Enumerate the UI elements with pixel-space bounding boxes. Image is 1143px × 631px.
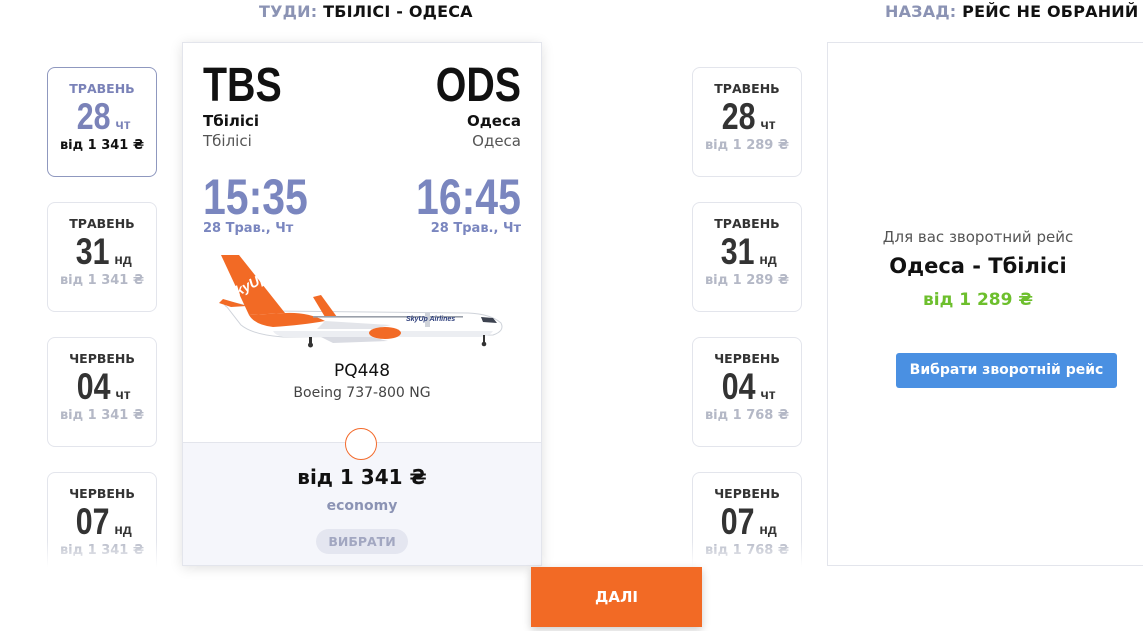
date-day: 31 — [75, 231, 110, 272]
return-date-card[interactable]: ТРАВЕНЬ 31 нд від 1 289 ₴ — [692, 202, 802, 312]
outbound-header-route: ТБІЛІСІ - ОДЕСА — [323, 2, 473, 21]
date-month: ТРАВЕНЬ — [69, 81, 135, 96]
plane-engine — [369, 327, 401, 339]
origin-city-sub: Тбілісі — [203, 132, 252, 150]
date-weekday: нд — [759, 521, 777, 537]
choose-return-flight-button[interactable]: Вибрати зворотній рейс — [896, 353, 1117, 388]
plane-wheel-nose — [481, 341, 487, 347]
date-month: ТРАВЕНЬ — [69, 216, 135, 231]
date-weekday: нд — [114, 521, 132, 537]
date-month: ЧЕРВЕНЬ — [714, 351, 780, 366]
return-date-card[interactable]: ЧЕРВЕНЬ 07 нд від 1 768 ₴ — [692, 472, 802, 567]
date-day: 07 — [75, 501, 110, 542]
date-weekday: чт — [760, 116, 776, 132]
date-month: ЧЕРВЕНЬ — [69, 351, 135, 366]
destination-city-sub: Одеса — [472, 132, 521, 150]
date-month: ТРАВЕНЬ — [714, 216, 780, 231]
date-price: від 1 289 ₴ — [704, 138, 790, 153]
date-day: 28 — [77, 96, 111, 137]
return-header-key: НАЗАД: — [885, 2, 957, 21]
origin-code: TBS — [203, 59, 282, 112]
fare-class: economy — [326, 498, 398, 514]
flight-number: PQ448 — [333, 361, 391, 381]
date-day: 04 — [77, 366, 111, 407]
return-date-list[interactable]: ТРАВЕНЬ 28 чт від 1 289 ₴ ТРАВЕНЬ 31 нд ві… — [692, 67, 802, 567]
date-month: ЧЕРВЕНЬ — [714, 486, 780, 501]
outbound-date-card[interactable]: ТРАВЕНЬ 28 чт від 1 341 ₴ — [47, 67, 157, 177]
date-price: від 1 768 ₴ — [704, 408, 790, 423]
airplane-image: SkyUp SkyUp Airlines — [219, 255, 503, 348]
next-button[interactable]: ДАЛІ — [531, 567, 702, 627]
date-price: від 1 341 ₴ — [59, 273, 145, 288]
fare-price: від 1 341 ₴ — [297, 465, 427, 489]
return-header: НАЗАД: РЕЙС НЕ ОБРАНИЙ — [885, 2, 1138, 21]
outbound-date-card[interactable]: ТРАВЕНЬ 31 нд від 1 341 ₴ — [47, 202, 157, 312]
fare-section[interactable]: від 1 341 ₴ economy ВИБРАТИ — [183, 428, 541, 565]
outbound-date-list[interactable]: ТРАВЕНЬ 28 чт від 1 341 ₴ ТРАВЕНЬ 31 нд ві… — [47, 67, 157, 567]
return-subtitle: Для вас зворотний рейс — [882, 228, 1074, 246]
aircraft-type: Boeing 737-800 NG — [293, 385, 431, 401]
date-month: ТРАВЕНЬ — [714, 81, 780, 96]
origin-city: Тбілісі — [203, 112, 260, 130]
date-day: 31 — [720, 231, 755, 272]
airline-logo-text: SkyUp Airlines — [406, 316, 455, 323]
date-weekday: чт — [115, 386, 131, 402]
plane-wheel-main — [308, 342, 313, 348]
outbound-date-card[interactable]: ЧЕРВЕНЬ 07 нд від 1 341 ₴ — [47, 472, 157, 567]
return-header-status: РЕЙС НЕ ОБРАНИЙ — [962, 2, 1139, 21]
date-day: 07 — [720, 501, 755, 542]
date-price: від 1 768 ₴ — [704, 543, 790, 558]
date-weekday: чт — [115, 116, 131, 132]
return-price: від 1 289 ₴ — [923, 290, 1033, 310]
return-date-card[interactable]: ТРАВЕНЬ 28 чт від 1 289 ₴ — [692, 67, 802, 177]
destination-city: Одеса — [466, 112, 521, 130]
departure-time: 15:35 — [203, 169, 308, 225]
outbound-date-card[interactable]: ЧЕРВЕНЬ 04 чт від 1 341 ₴ — [47, 337, 157, 447]
date-weekday: нд — [114, 251, 132, 267]
date-day: 28 — [722, 96, 756, 137]
date-month: ЧЕРВЕНЬ — [69, 486, 135, 501]
outbound-header-key: ТУДИ: — [259, 2, 318, 21]
arrival-time: 16:45 — [416, 169, 521, 225]
flight-card[interactable]: TBS ODS Тбілісі Тбілісі Одеса Одеса 15:3… — [182, 42, 542, 566]
outbound-header: ТУДИ: ТБІЛІСІ - ОДЕСА — [259, 2, 473, 21]
date-day: 04 — [722, 366, 756, 407]
fare-radio-button[interactable] — [345, 428, 377, 460]
choose-fare-button[interactable]: ВИБРАТИ — [316, 529, 408, 554]
return-route: Одеса - Тбілісі — [889, 254, 1067, 278]
return-flight-panel: Для вас зворотний рейс Одеса - Тбілісі в… — [827, 42, 1143, 566]
date-weekday: нд — [759, 251, 777, 267]
date-price: від 1 341 ₴ — [59, 408, 145, 423]
return-date-card[interactable]: ЧЕРВЕНЬ 04 чт від 1 768 ₴ — [692, 337, 802, 447]
destination-code: ODS — [435, 59, 521, 112]
arrival-date: 28 Трав., Чт — [430, 221, 521, 236]
departure-date: 28 Трав., Чт — [203, 221, 294, 236]
date-price: від 1 341 ₴ — [59, 138, 145, 153]
date-weekday: чт — [760, 386, 776, 402]
date-price: від 1 289 ₴ — [704, 273, 790, 288]
date-price: від 1 341 ₴ — [59, 543, 145, 558]
